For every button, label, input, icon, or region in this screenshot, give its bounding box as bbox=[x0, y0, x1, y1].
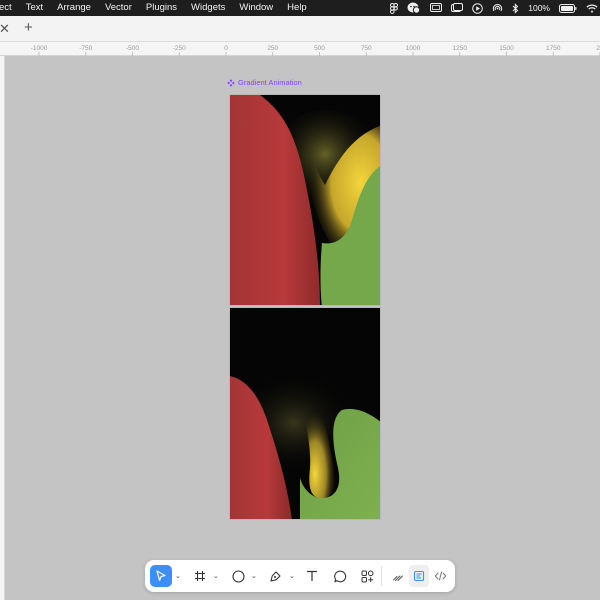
menu-item-widgets[interactable]: Widgets bbox=[184, 0, 232, 16]
ruler-tick-label: 0 bbox=[224, 45, 228, 52]
draw-mode-button[interactable] bbox=[388, 565, 408, 587]
frame-icon bbox=[195, 571, 205, 581]
menu-item-vector[interactable]: Vector bbox=[98, 0, 139, 16]
ruler-tick-label: -250 bbox=[173, 45, 186, 52]
cursor-icon bbox=[156, 570, 166, 582]
new-tab-button[interactable]: + bbox=[24, 20, 33, 36]
gradient-frame-1[interactable] bbox=[229, 94, 381, 306]
ruler-tick-label: 1500 bbox=[499, 45, 514, 52]
close-tab-button[interactable]: ✕ bbox=[0, 21, 10, 37]
gradient-artwork-2 bbox=[230, 308, 380, 519]
chevron-down-icon[interactable]: ⌄ bbox=[289, 572, 295, 580]
chevron-down-icon[interactable]: ⌄ bbox=[175, 572, 181, 580]
pen-tool-button[interactable] bbox=[265, 565, 285, 587]
actions-tool-button[interactable] bbox=[356, 565, 378, 587]
comment-icon bbox=[333, 570, 346, 582]
ellipse-icon bbox=[231, 569, 245, 583]
toolbar-divider bbox=[381, 566, 382, 586]
menu-item-arrange[interactable]: Arrange bbox=[50, 0, 98, 16]
ruler-ticks: -1000 -750 -500 -250 0 250 500 750 1000 1250 1500 1… bbox=[31, 45, 600, 56]
menu-item-text[interactable]: Text bbox=[19, 0, 50, 16]
ruler-tick-label: -750 bbox=[79, 45, 92, 52]
gradient-frame-2[interactable] bbox=[229, 307, 381, 520]
ruler-tick-label: 1750 bbox=[546, 45, 561, 52]
ruler-tick-label: 1250 bbox=[453, 45, 468, 52]
actions-icon bbox=[361, 570, 373, 582]
ruler-tick-label: -1000 bbox=[31, 45, 48, 52]
ruler-tick-label: 1000 bbox=[406, 45, 421, 52]
code-icon bbox=[434, 571, 446, 581]
frame-label[interactable]: Gradient Animation bbox=[227, 78, 302, 87]
bluetooth-icon[interactable] bbox=[512, 2, 519, 14]
comment-tool-button[interactable] bbox=[330, 565, 350, 587]
text-tool-button[interactable] bbox=[302, 565, 322, 587]
menu-item-help[interactable]: Help bbox=[280, 0, 314, 16]
chevron-down-icon[interactable]: ⌄ bbox=[251, 572, 257, 580]
menu-item-select[interactable]: ect bbox=[0, 0, 19, 16]
draw-icon bbox=[393, 575, 403, 581]
figma-icon[interactable] bbox=[390, 2, 399, 14]
ruler-tick-label: 500 bbox=[314, 45, 325, 52]
battery-icon[interactable] bbox=[559, 3, 577, 13]
screen-mirror-icon[interactable] bbox=[430, 3, 443, 13]
frame-name: Gradient Animation bbox=[238, 78, 302, 87]
wifi-icon[interactable] bbox=[586, 4, 598, 13]
window-icon[interactable] bbox=[451, 3, 464, 13]
ellipse-tool-button[interactable] bbox=[228, 565, 248, 587]
pen-icon bbox=[269, 570, 281, 582]
design-mode-button[interactable] bbox=[409, 565, 429, 587]
tab-bar: ✕ + bbox=[0, 16, 600, 42]
wechat-icon[interactable] bbox=[407, 2, 421, 14]
menu-item-window[interactable]: Window bbox=[232, 0, 280, 16]
ruler-tick-label: 250 bbox=[267, 45, 278, 52]
dev-mode-button[interactable] bbox=[430, 565, 450, 587]
status-area: 100% bbox=[390, 0, 598, 16]
move-tool-button[interactable] bbox=[150, 565, 172, 587]
menu-bar: ect Text Arrange Vector Plugins Widgets … bbox=[0, 0, 600, 16]
text-icon bbox=[307, 570, 317, 581]
design-icon bbox=[413, 570, 425, 582]
ruler-top: -1000 -750 -500 -250 0 250 500 750 1000 1250 1500 1… bbox=[0, 42, 600, 56]
play-icon[interactable] bbox=[472, 2, 484, 14]
chevron-down-icon[interactable]: ⌄ bbox=[213, 572, 219, 580]
component-icon bbox=[227, 78, 235, 87]
battery-percentage: 100% bbox=[528, 3, 550, 13]
ruler-tick-label: -500 bbox=[126, 45, 139, 52]
ruler-tick-label: 750 bbox=[361, 45, 372, 52]
frame-tool-button[interactable] bbox=[190, 565, 210, 587]
gradient-artwork-1 bbox=[230, 95, 380, 305]
menu-item-plugins[interactable]: Plugins bbox=[139, 0, 184, 16]
app-menu: ect Text Arrange Vector Plugins Widgets … bbox=[0, 0, 314, 16]
airdrop-icon[interactable] bbox=[492, 3, 503, 14]
ruler-tick-label: 20 bbox=[596, 45, 600, 52]
